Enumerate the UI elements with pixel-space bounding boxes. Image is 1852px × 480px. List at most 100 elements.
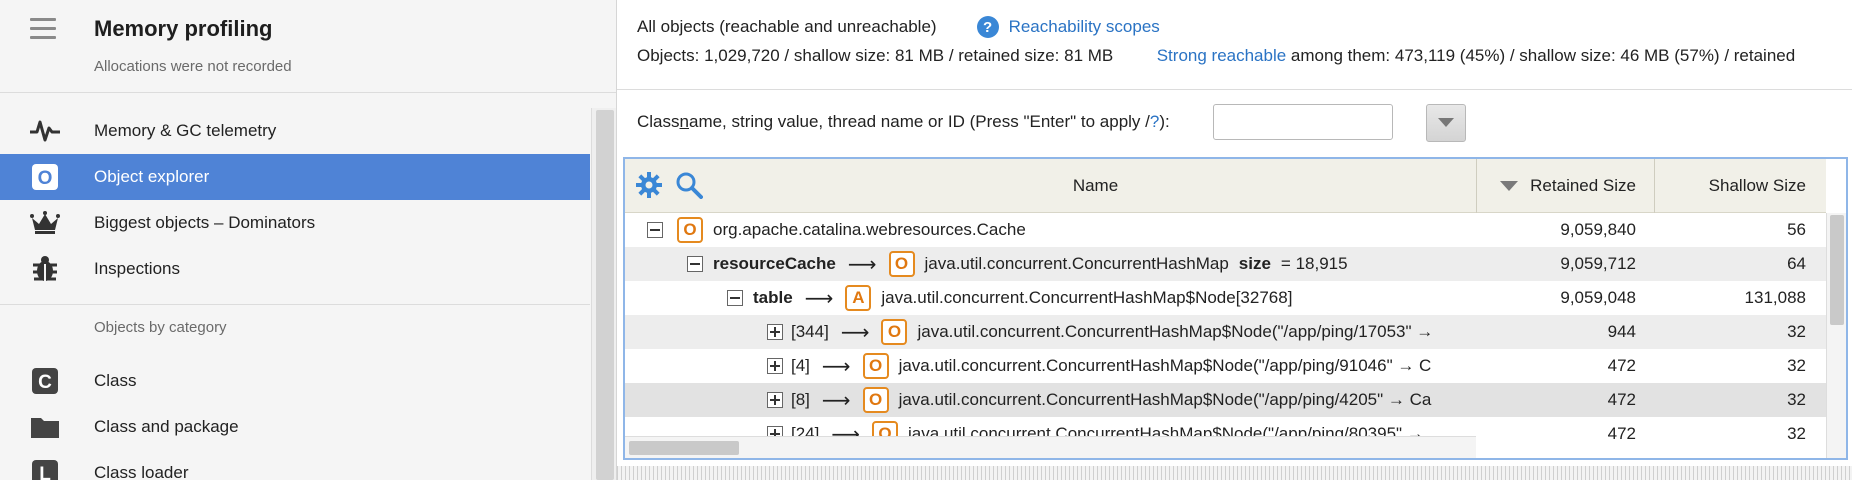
shallow-size-cell: 32: [1787, 356, 1806, 375]
svg-text:L: L: [39, 464, 51, 480]
shallow-size-cell: 32: [1787, 424, 1806, 443]
field-name: table: [753, 288, 793, 307]
column-header-retained-size[interactable]: Retained Size: [1476, 159, 1654, 213]
scope-text: All objects (reachable and unreachable): [637, 17, 937, 36]
sidebar-item-label: Class loader: [94, 463, 189, 480]
expand-toggle[interactable]: [767, 324, 783, 340]
object-tree-table: Name Retained Size Shallow Size O org.ap…: [623, 157, 1848, 460]
filter-history-dropdown-button[interactable]: [1426, 104, 1466, 142]
svg-text:C: C: [38, 372, 52, 393]
sidebar-item-label: Class and package: [94, 417, 239, 436]
table-row[interactable]: [344] ⟶ O java.util.concurrent.Concurren…: [625, 315, 1826, 349]
table-row[interactable]: O org.apache.catalina.webresources.Cache…: [625, 213, 1826, 247]
reference-arrow-icon: ⟶: [821, 389, 851, 412]
svg-text:O: O: [38, 168, 53, 189]
sidebar-nav: Memory & GC telemetry O Object explorer …: [0, 108, 590, 292]
table-row[interactable]: table ⟶ A java.util.concurrent.Concurren…: [625, 281, 1826, 315]
shallow-size-cell: 56: [1787, 220, 1806, 239]
sidebar-item-label: Biggest objects – Dominators: [94, 213, 316, 232]
collapse-toggle[interactable]: [727, 290, 743, 306]
object-type: java.util.concurrent.ConcurrentHashMap$N…: [881, 288, 1293, 307]
scrollbar-thumb[interactable]: [1830, 215, 1844, 325]
expand-toggle[interactable]: [767, 358, 783, 374]
filter-label-mnemonic: n: [679, 112, 689, 131]
sidebar-item-label: Inspections: [94, 259, 180, 278]
help-icon[interactable]: ?: [976, 16, 999, 38]
strong-reachable-link[interactable]: Strong reachable: [1157, 46, 1286, 65]
size-label: size: [1238, 254, 1271, 273]
retained-size-cell: 9,059,840: [1560, 220, 1636, 239]
reference-arrow-icon: ⟶: [804, 287, 834, 310]
column-header-shallow-size[interactable]: Shallow Size: [1654, 159, 1826, 213]
sidebar-item-memory-gc-telemetry[interactable]: Memory & GC telemetry: [0, 108, 590, 154]
object-type: java.util.concurrent.ConcurrentHashMap: [924, 254, 1229, 273]
reachability-scopes-link[interactable]: Reachability scopes: [1009, 17, 1160, 37]
sidebar-item-class-and-package[interactable]: Class and package: [0, 404, 590, 450]
table-row[interactable]: [8] ⟶ O java.util.concurrent.ConcurrentH…: [625, 383, 1826, 417]
retained-size-cell: 9,059,712: [1560, 254, 1636, 273]
divider: [0, 92, 616, 93]
filter-label-part: Class: [637, 112, 680, 131]
reference-arrow-icon: ⟶: [847, 253, 877, 276]
hamburger-menu-icon[interactable]: [30, 18, 56, 40]
object-badge-icon: O: [862, 353, 889, 379]
pulse-icon: [27, 113, 63, 149]
crown-icon: [27, 205, 63, 241]
object-badge-icon: O: [862, 387, 889, 413]
object-type: java.util.concurrent.ConcurrentHashMap$N…: [917, 322, 1272, 341]
object-value: ("/app/ping/4205" → Ca: [1252, 390, 1432, 409]
sidebar-item-label: Object explorer: [94, 167, 210, 186]
filter-label-part: ):: [1159, 112, 1170, 131]
field-name: [8]: [791, 390, 810, 409]
object-value: ("/app/ping/91046" → C: [1252, 356, 1432, 375]
class-loader-l-icon: L: [27, 455, 63, 480]
sidebar-scrollbar[interactable]: [591, 108, 616, 480]
divider: [617, 89, 1852, 90]
shallow-size-cell: 32: [1787, 390, 1806, 409]
collapse-toggle[interactable]: [647, 222, 663, 238]
table-row[interactable]: resourceCache ⟶ O java.util.concurrent.C…: [625, 247, 1826, 281]
column-header-name[interactable]: Name: [715, 159, 1476, 213]
object-type: org.apache.catalina.webresources.Cache: [713, 220, 1026, 239]
chevron-down-icon: [1438, 118, 1454, 127]
bottom-splitter[interactable]: [617, 466, 1852, 480]
object-stats-text: Objects: 1,029,720 / shallow size: 81 MB…: [637, 46, 1114, 65]
table-body: O org.apache.catalina.webresources.Cache…: [625, 213, 1826, 451]
gear-icon[interactable]: [635, 171, 663, 199]
strong-reachable-stats: among them: 473,119 (45%) / shallow size…: [1286, 46, 1796, 65]
scrollbar-thumb[interactable]: [629, 441, 739, 455]
sidebar: Memory profiling Allocations were not re…: [0, 0, 617, 480]
sidebar-item-object-explorer[interactable]: O Object explorer: [0, 154, 590, 200]
table-row[interactable]: [4] ⟶ O java.util.concurrent.ConcurrentH…: [625, 349, 1826, 383]
sidebar-item-label: Class: [94, 371, 137, 390]
filter-label: Class n ame, string value, thread name or…: [637, 104, 1170, 140]
collapse-toggle[interactable]: [687, 256, 703, 272]
object-badge-icon: O: [881, 319, 908, 345]
table-horizontal-scrollbar[interactable]: [625, 436, 1476, 458]
filter-help-link[interactable]: ?: [1150, 112, 1159, 132]
sidebar-item-inspections[interactable]: Inspections: [0, 246, 590, 292]
sidebar-item-biggest-objects[interactable]: Biggest objects – Dominators: [0, 200, 590, 246]
search-icon[interactable]: [675, 171, 703, 199]
retained-size-cell: 472: [1607, 424, 1636, 443]
object-value: ("/app/ping/17053" →: [1271, 322, 1434, 341]
class-c-icon: C: [27, 363, 63, 399]
array-badge-icon: A: [845, 285, 872, 311]
scrollbar-thumb[interactable]: [596, 110, 614, 480]
sidebar-item-class-loader[interactable]: L Class loader: [0, 450, 590, 480]
section-heading: Objects by category: [94, 319, 227, 336]
page-title: Memory profiling: [94, 16, 273, 41]
summary: All objects (reachable and unreachable) …: [637, 16, 1795, 68]
table-vertical-scrollbar[interactable]: [1826, 213, 1846, 458]
retained-size-cell: 472: [1607, 390, 1636, 409]
main-panel: All objects (reachable and unreachable) …: [617, 0, 1852, 480]
object-badge-icon: O: [888, 251, 915, 277]
shallow-size-cell: 32: [1787, 322, 1806, 341]
category-list: C Class Class and package L Class loader: [0, 358, 590, 480]
filter-input[interactable]: [1213, 104, 1393, 140]
object-type: java.util.concurrent.ConcurrentHashMap$N…: [898, 356, 1253, 375]
reference-arrow-icon: ⟶: [840, 321, 870, 344]
reference-arrow-icon: ⟶: [821, 355, 851, 378]
sidebar-item-class[interactable]: C Class: [0, 358, 590, 404]
expand-toggle[interactable]: [767, 392, 783, 408]
